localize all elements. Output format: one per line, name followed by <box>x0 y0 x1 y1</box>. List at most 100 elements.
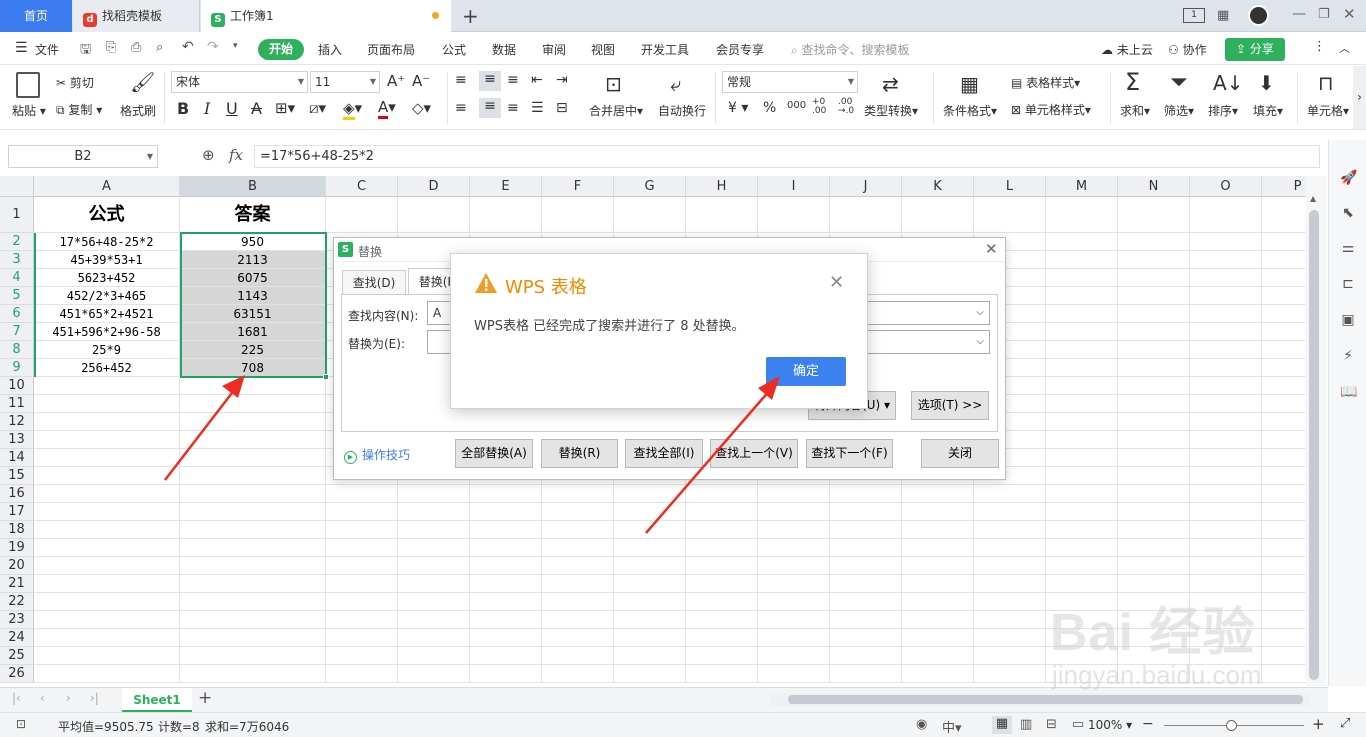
close-button[interactable]: 关闭 <box>921 439 999 468</box>
cell-e24[interactable] <box>470 629 542 647</box>
cell-c17[interactable] <box>326 503 398 521</box>
cell-b24[interactable] <box>180 629 326 647</box>
cell-g17[interactable] <box>614 503 686 521</box>
cell-c21[interactable] <box>326 575 398 593</box>
share-button[interactable]: ⇪ 分享 <box>1225 38 1285 61</box>
column-header-e[interactable]: E <box>470 176 542 197</box>
cell-b25[interactable] <box>180 647 326 665</box>
distribute-icon[interactable]: ⊟ <box>556 100 568 116</box>
cell-b16[interactable] <box>180 485 326 503</box>
column-header-i[interactable]: I <box>758 176 830 197</box>
cell-j21[interactable] <box>830 575 902 593</box>
cell-p2[interactable] <box>1262 233 1306 251</box>
strikethrough-icon[interactable]: A <box>251 99 262 118</box>
cell-k25[interactable] <box>902 647 974 665</box>
row-header-11[interactable]: 11 <box>0 395 34 413</box>
cell-i17[interactable] <box>758 503 830 521</box>
row-header-9[interactable]: 9 <box>0 359 34 377</box>
cell-p7[interactable] <box>1262 323 1306 341</box>
cell-d25[interactable] <box>398 647 470 665</box>
conditional-format-icon[interactable]: ▦ <box>960 72 979 96</box>
align-center-icon[interactable]: ≡ <box>479 98 501 118</box>
export-icon[interactable]: ⎘ <box>106 40 116 55</box>
cell-a13[interactable] <box>34 431 180 449</box>
font-name-select[interactable]: 宋体 ▼ <box>171 71 308 93</box>
cell-a20[interactable] <box>34 557 180 575</box>
border-icon[interactable]: ⊞▾ <box>275 99 295 117</box>
next-sheet-icon[interactable]: › <box>66 691 71 705</box>
cell-o13[interactable] <box>1190 431 1262 449</box>
cell-p3[interactable] <box>1262 251 1306 269</box>
cell-p10[interactable] <box>1262 377 1306 395</box>
number-format-select[interactable]: 常规 ▼ <box>722 71 858 93</box>
cell-m9[interactable] <box>1046 359 1118 377</box>
row-header-14[interactable]: 14 <box>0 449 34 467</box>
rocket-icon[interactable]: 🚀 <box>1340 170 1357 186</box>
column-header-m[interactable]: M <box>1046 176 1118 197</box>
cell-b8[interactable]: 225 <box>180 341 326 359</box>
decrease-decimal-icon[interactable]: .00 →.0 <box>838 98 854 116</box>
restore-icon[interactable]: ❐ <box>1318 7 1330 22</box>
alert-close-icon[interactable]: ✕ <box>829 272 844 293</box>
menu-developer[interactable]: 开发工具 <box>641 41 689 58</box>
cell-f16[interactable] <box>542 485 614 503</box>
row-header-1[interactable]: 1 <box>0 197 34 233</box>
cell-h23[interactable] <box>686 611 758 629</box>
cell-i21[interactable] <box>758 575 830 593</box>
cell-n9[interactable] <box>1118 359 1190 377</box>
cell-e17[interactable] <box>470 503 542 521</box>
filter-button[interactable]: 筛选▾ <box>1164 102 1194 119</box>
avatar[interactable] <box>1248 5 1269 26</box>
cell-o10[interactable] <box>1190 377 1262 395</box>
merge-center-button[interactable]: 合并居中▾ <box>589 102 643 119</box>
cell-p12[interactable] <box>1262 413 1306 431</box>
cell-p20[interactable] <box>1262 557 1306 575</box>
menu-file[interactable]: 文件 <box>35 41 59 58</box>
menu-home[interactable]: 开始 <box>258 39 304 60</box>
select-all-corner[interactable] <box>0 176 34 197</box>
increase-decimal-icon[interactable]: +0.00 <box>812 98 826 116</box>
menu-formula[interactable]: 公式 <box>442 41 466 58</box>
cell-h1[interactable] <box>686 197 758 233</box>
cell-k21[interactable] <box>902 575 974 593</box>
cell-i26[interactable] <box>758 665 830 683</box>
tips-link[interactable]: ▶ 操作技巧 <box>344 446 410 464</box>
prev-sheet-icon[interactable]: ‹ <box>40 691 45 705</box>
row-header-8[interactable]: 8 <box>0 341 34 359</box>
underline-icon[interactable]: U <box>226 99 238 118</box>
cell-d17[interactable] <box>398 503 470 521</box>
align-top-icon[interactable]: ≡ <box>455 72 467 88</box>
cell-n14[interactable] <box>1118 449 1190 467</box>
percent-icon[interactable]: % <box>763 100 776 116</box>
cell-g26[interactable] <box>614 665 686 683</box>
cell-e26[interactable] <box>470 665 542 683</box>
cell-o11[interactable] <box>1190 395 1262 413</box>
cell-b13[interactable] <box>180 431 326 449</box>
cell-l16[interactable] <box>974 485 1046 503</box>
first-sheet-icon[interactable]: |‹ <box>12 691 21 705</box>
cell-d1[interactable] <box>398 197 470 233</box>
print-icon[interactable]: ⎙ <box>131 40 141 55</box>
sheet-tab-sheet1[interactable]: Sheet1 <box>122 688 192 712</box>
thousands-icon[interactable]: 000 <box>787 100 806 111</box>
cell-h16[interactable] <box>686 485 758 503</box>
cell-c22[interactable] <box>326 593 398 611</box>
cell-o14[interactable] <box>1190 449 1262 467</box>
cell-m1[interactable] <box>1046 197 1118 233</box>
cell-n1[interactable] <box>1118 197 1190 233</box>
cell-l25[interactable] <box>974 647 1046 665</box>
cell-h26[interactable] <box>686 665 758 683</box>
menu-insert[interactable]: 插入 <box>318 41 342 58</box>
cell-e21[interactable] <box>470 575 542 593</box>
cell-b3[interactable]: 2113 <box>180 251 326 269</box>
horizontal-scroll-thumb[interactable] <box>788 695 1303 704</box>
italic-icon[interactable]: I <box>204 99 210 118</box>
cell-j17[interactable] <box>830 503 902 521</box>
cell-n11[interactable] <box>1118 395 1190 413</box>
cell-p1[interactable] <box>1262 197 1306 233</box>
cell-g22[interactable] <box>614 593 686 611</box>
row-header-6[interactable]: 6 <box>0 305 34 323</box>
cell-p9[interactable] <box>1262 359 1306 377</box>
row-header-26[interactable]: 26 <box>0 665 34 683</box>
cell-a22[interactable] <box>34 593 180 611</box>
